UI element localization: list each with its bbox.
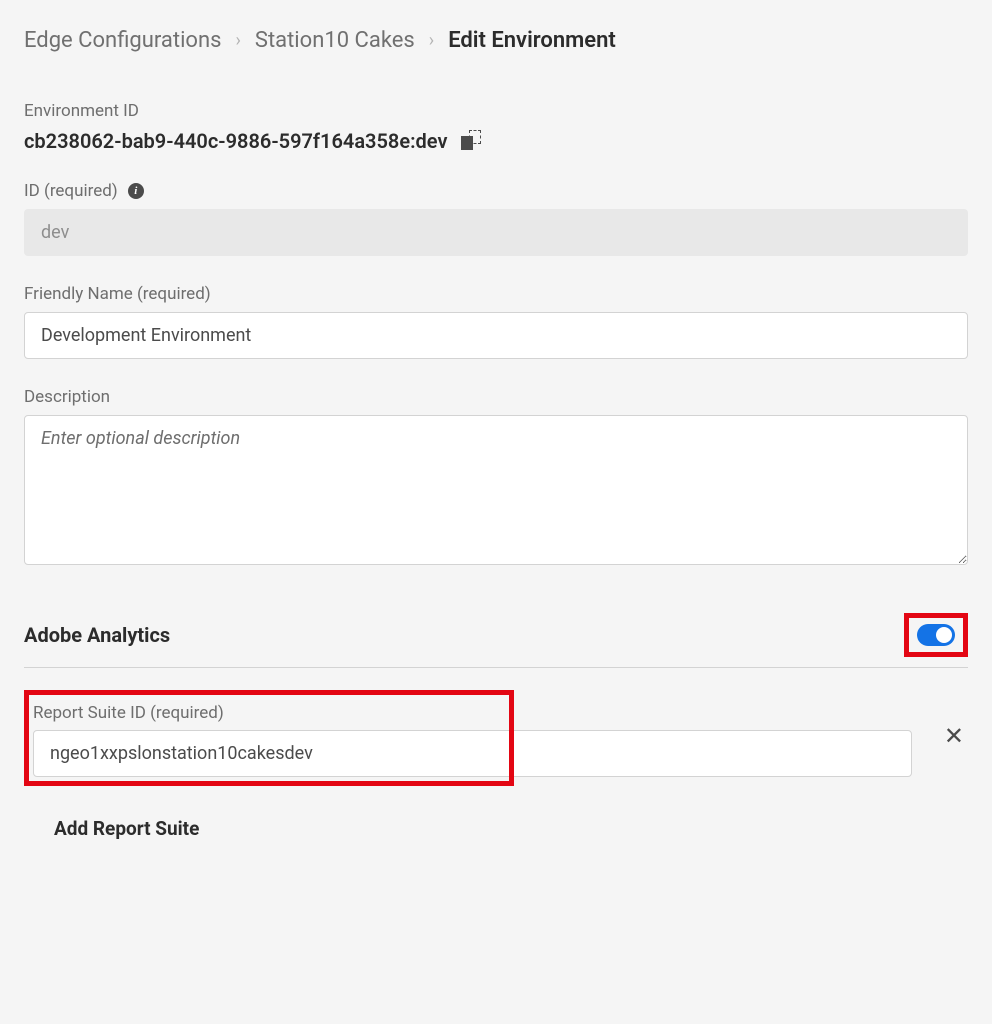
id-field-label: ID (required) i: [24, 181, 968, 201]
id-field-group: ID (required) i: [24, 181, 968, 256]
report-suite-row: Report Suite ID (required) ✕: [24, 690, 968, 781]
id-field-label-text: ID (required): [24, 181, 118, 201]
description-group: Description: [24, 387, 968, 569]
remove-report-suite-icon[interactable]: ✕: [940, 722, 968, 750]
chevron-right-icon: ›: [429, 30, 434, 51]
breadcrumb-item-edge-configurations[interactable]: Edge Configurations: [24, 28, 221, 53]
analytics-section-title: Adobe Analytics: [24, 623, 170, 647]
info-icon[interactable]: i: [128, 183, 144, 199]
friendly-name-group: Friendly Name (required): [24, 284, 968, 359]
report-suite-label: Report Suite ID (required): [33, 703, 499, 723]
breadcrumb-item-project[interactable]: Station10 Cakes: [255, 28, 415, 53]
environment-id-value: cb238062-bab9-440c-9886-597f164a358e:dev: [24, 129, 447, 153]
chevron-right-icon: ›: [235, 30, 240, 51]
id-input: [24, 209, 968, 256]
description-textarea[interactable]: [24, 415, 968, 565]
analytics-toggle[interactable]: [917, 624, 955, 646]
friendly-name-label: Friendly Name (required): [24, 284, 968, 304]
analytics-section-header: Adobe Analytics: [24, 613, 968, 668]
friendly-name-input[interactable]: [24, 312, 968, 359]
breadcrumb: Edge Configurations › Station10 Cakes › …: [24, 28, 968, 53]
environment-id-label: Environment ID: [24, 101, 968, 121]
add-report-suite-button[interactable]: Add Report Suite: [54, 817, 968, 840]
annotation-highlight-toggle: [904, 613, 968, 657]
description-label: Description: [24, 387, 968, 407]
environment-id-group: Environment ID cb238062-bab9-440c-9886-5…: [24, 101, 968, 153]
annotation-highlight-report-suite: Report Suite ID (required): [24, 690, 514, 786]
breadcrumb-current: Edit Environment: [448, 28, 616, 53]
copy-icon[interactable]: [461, 130, 483, 152]
